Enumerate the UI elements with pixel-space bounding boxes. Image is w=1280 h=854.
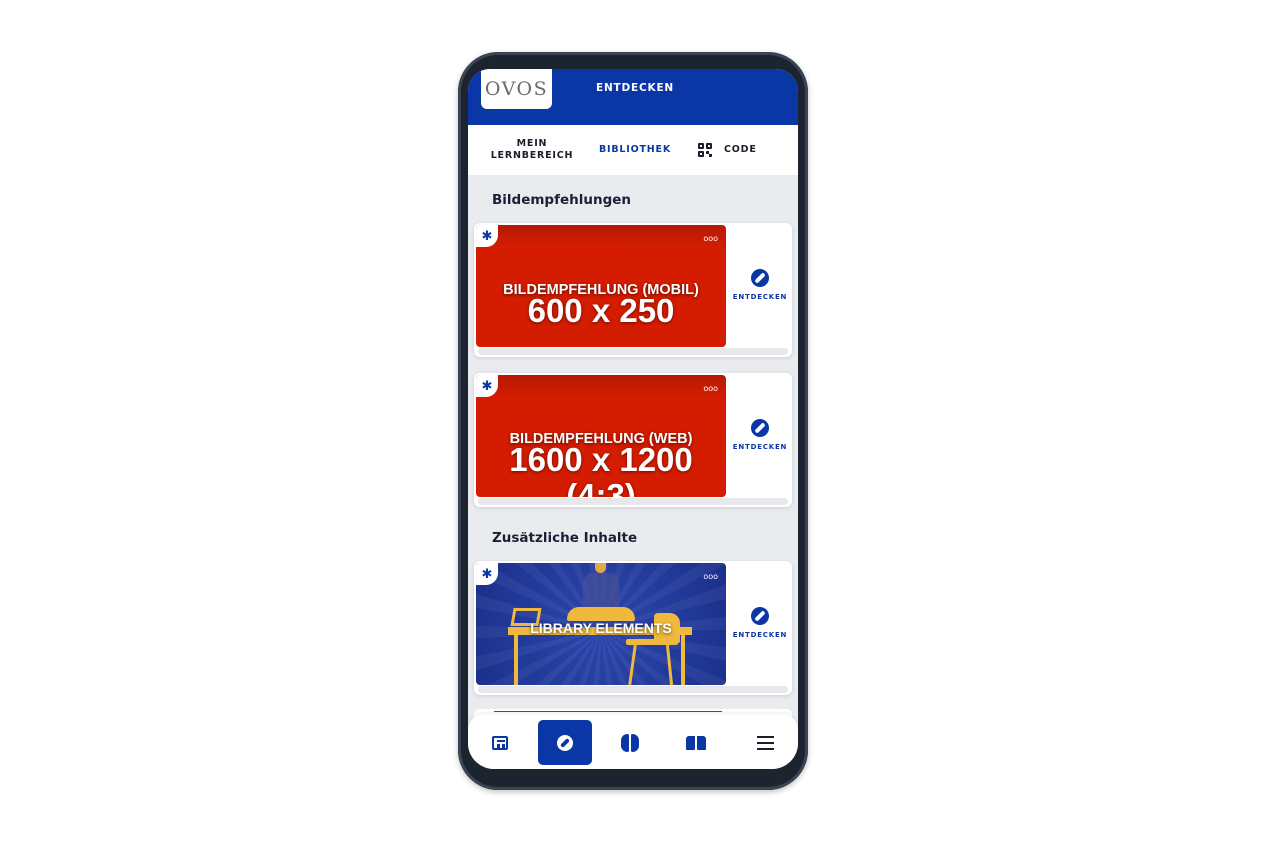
library-card[interactable]: ✱ ooo LIBRARY ELEMENTS ENTDECKEN	[474, 561, 792, 695]
asterisk-icon: ✱	[476, 375, 498, 397]
ovos-logo[interactable]: OVOS	[481, 69, 552, 109]
nav-menu[interactable]	[738, 720, 792, 765]
more-dots-icon[interactable]: ooo	[703, 385, 718, 393]
meditating-person-illustration	[567, 563, 635, 623]
tab-label: CODE	[724, 144, 757, 155]
book-icon	[686, 735, 706, 750]
tab-label: BIBLIOTHEK	[599, 144, 671, 155]
tab-code[interactable]: CODE	[698, 125, 778, 175]
page-title: ENTDECKEN	[596, 82, 675, 94]
entdecken-button[interactable]: ENTDECKEN	[728, 223, 792, 347]
library-card[interactable]: ✱ ooo BILDEMPFEHLUNG (MOBIL) 600 x 250 E…	[474, 223, 792, 357]
section-title-bildempfehlungen: Bildempfehlungen	[492, 192, 632, 208]
top-app-bar: OVOS ENTDECKEN	[468, 69, 798, 125]
app-screen: OVOS ENTDECKEN MEIN LERNBEREICH BIBLIOTH…	[468, 69, 798, 769]
library-card[interactable]: ✱ ooo BILDEMPFEHLUNG (WEB) 1600 x 1200 (…	[474, 373, 792, 507]
card-thumbnail[interactable]: ✱ ooo BILDEMPFEHLUNG (MOBIL) 600 x 250	[476, 225, 726, 347]
tab-label-line1: MEIN	[516, 138, 548, 149]
phone-frame: OVOS ENTDECKEN MEIN LERNBEREICH BIBLIOTH…	[458, 52, 808, 790]
thumbnail-size: 600 x 250	[527, 292, 675, 329]
card-progress-bar	[478, 348, 788, 355]
entdecken-button[interactable]: ENTDECKEN	[728, 561, 792, 685]
thumbnail-ratio: (4:3)	[566, 477, 636, 497]
newspaper-icon	[492, 735, 508, 750]
entdecken-label: ENTDECKEN	[732, 293, 788, 301]
brain-icon	[621, 733, 639, 752]
tab-label-line2: LERNBEREICH	[490, 150, 574, 161]
compass-icon	[557, 734, 573, 751]
compass-icon	[751, 607, 769, 625]
nav-explore[interactable]	[538, 720, 592, 765]
more-dots-icon[interactable]: ooo	[703, 573, 718, 581]
compass-icon	[751, 269, 769, 287]
card-thumbnail[interactable]: ✱ ooo LIBRARY ELEMENTS	[476, 563, 726, 685]
more-dots-icon[interactable]: ooo	[703, 235, 718, 243]
compass-icon	[751, 419, 769, 437]
card-progress-bar	[478, 498, 788, 505]
nav-learning[interactable]	[603, 720, 657, 765]
card-progress-bar	[478, 686, 788, 693]
thumbnail-size: 1600 x 1200	[509, 441, 693, 478]
thumbnail-heading: LIBRARY ELEMENTS	[530, 620, 672, 636]
qr-code-icon	[698, 143, 712, 157]
nav-library[interactable]	[669, 720, 723, 765]
bottom-navigation	[468, 714, 798, 769]
nav-news[interactable]	[473, 720, 527, 765]
tab-mein-lernbereich[interactable]: MEIN LERNBEREICH	[480, 125, 584, 175]
entdecken-label: ENTDECKEN	[732, 631, 788, 639]
entdecken-label: ENTDECKEN	[732, 443, 788, 451]
tab-bar: MEIN LERNBEREICH BIBLIOTHEK CODE	[468, 125, 798, 231]
menu-icon	[756, 735, 774, 750]
section-title-zusaetzliche-inhalte: Zusätzliche Inhalte	[492, 530, 638, 546]
asterisk-icon: ✱	[476, 225, 498, 247]
tab-bibliothek[interactable]: BIBLIOTHEK	[584, 125, 686, 175]
card-thumbnail[interactable]: ✱ ooo BILDEMPFEHLUNG (WEB) 1600 x 1200 (…	[476, 375, 726, 497]
entdecken-button[interactable]: ENTDECKEN	[728, 373, 792, 497]
